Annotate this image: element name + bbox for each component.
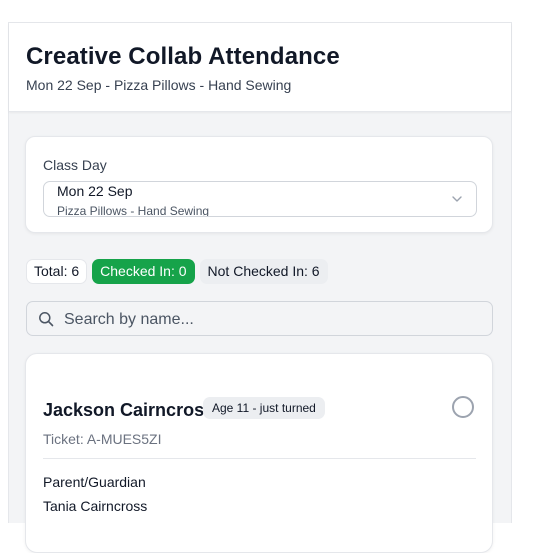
card-divider <box>43 458 476 459</box>
page-title: Creative Collab Attendance <box>26 43 340 70</box>
page-header: Creative Collab Attendance Mon 22 Sep - … <box>9 23 511 112</box>
class-day-label: Class Day <box>43 157 107 173</box>
age-badge: Age 11 - just turned <box>203 397 325 419</box>
chevron-down-icon <box>452 196 462 202</box>
search-icon <box>39 312 54 327</box>
select-selected-class: Pizza Pillows - Hand Sewing <box>57 204 210 217</box>
student-card[interactable]: Jackson Cairncross Age 11 - just turned … <box>25 353 493 553</box>
guardian-label: Parent/Guardian <box>43 474 146 490</box>
attendance-stats: Total: 6 Checked In: 0 Not Checked In: 6 <box>26 259 328 284</box>
total-badge: Total: 6 <box>26 259 88 284</box>
check-in-toggle[interactable] <box>452 396 474 418</box>
search-input[interactable] <box>62 302 486 337</box>
attendance-app: Creative Collab Attendance Mon 22 Sep - … <box>8 22 512 553</box>
class-day-select[interactable]: Mon 22 Sep Pizza Pillows - Hand Sewing <box>43 181 477 217</box>
ticket-number: Ticket: A-MUES5ZI <box>43 431 162 447</box>
checked-in-filter[interactable]: Checked In: 0 <box>92 259 195 284</box>
guardian-name: Tania Cairncross <box>43 498 148 514</box>
class-day-card: Class Day Mon 22 Sep Pizza Pillows - Han… <box>25 136 493 233</box>
search-bar <box>26 301 493 337</box>
not-checked-in-filter[interactable]: Not Checked In: 6 <box>199 259 328 284</box>
select-selected-day: Mon 22 Sep <box>57 183 133 199</box>
student-name: Jackson Cairncross <box>43 400 215 420</box>
page-subtitle: Mon 22 Sep - Pizza Pillows - Hand Sewing <box>26 77 292 93</box>
